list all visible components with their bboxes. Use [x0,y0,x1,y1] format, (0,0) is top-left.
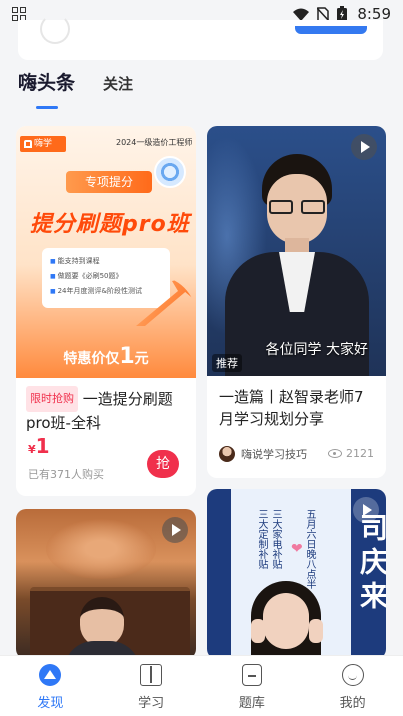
teacher-face [80,597,124,647]
poster-vertical-text: 五月六日晚八点半 [304,509,315,589]
tab-headlines[interactable]: 嗨头条 [18,68,75,95]
question-bank-icon [241,664,262,686]
poster-bullet: 做题要《必刷50题》 [50,269,162,284]
view-count: 2121 [328,447,374,460]
top-banner-card[interactable] [18,14,383,60]
banner-action-button[interactable] [295,26,367,34]
product-info: 限时抢购 一造提分刷题pro班-全科 ¥1 已有371人购买 抢 [16,378,196,496]
poster-subtag: 专项提分 [66,171,152,193]
nav-question-bank[interactable]: 题库 [202,656,303,716]
feed-tabs: 嗨头条 关注 [18,68,133,95]
wifi-icon [293,8,310,21]
poster-bullet-list: 能支持到课程 做题要《必刷50题》 24年月度测评&阶段性测试 [42,248,170,308]
poster-headline: 提分刷题pro班 [30,212,190,237]
bottom-nav: 发现 学习 题库 我的 [0,655,403,716]
poster-vertical-text: 三大家电补贴 [270,509,281,569]
host-hand [309,619,323,643]
host-face [263,593,309,649]
product-card[interactable]: 嗨学 2024一级造价工程师 专项提分 提分刷题pro班 能支持到课程 做题要《… [16,126,196,496]
video-thumbnail: 各位同学 大家好 推荐 [207,126,386,376]
price-currency: ¥ [28,443,36,456]
grab-button[interactable]: 抢 [147,450,179,478]
nav-discover[interactable]: 发现 [0,656,101,716]
active-tab-indicator [36,106,58,109]
tab-following[interactable]: 关注 [103,73,133,94]
video-card[interactable] [16,509,196,659]
app-grid-icon [12,7,26,21]
seal-icon [154,156,186,188]
play-icon[interactable] [353,497,379,523]
poster-promo: 特惠价仅1元 [16,344,196,369]
nav-me[interactable]: 我的 [302,656,403,716]
nav-label: 我的 [339,696,366,711]
promo-price: 1 [119,344,135,369]
buyer-count: 已有371人购买 [28,468,104,481]
product-poster: 嗨学 2024一级造价工程师 专项提分 提分刷题pro班 能支持到课程 做题要《… [16,126,196,378]
promo-suffix: 元 [134,351,149,367]
video-title: 一造篇丨赵智录老师7月学习规划分享 [219,388,364,428]
product-title-block: 限时抢购 一造提分刷题pro班-全科 [26,386,186,434]
poster-bullet: 24年月度测评&阶段性测试 [50,284,162,299]
blurred-backdrop [46,519,156,579]
recommend-badge: 推荐 [212,354,242,372]
heart-icon: ❤ [291,541,303,557]
poster-big-text: 司庆来 [356,513,386,615]
play-icon[interactable] [162,517,188,543]
poster-bullet: 能支持到课程 [50,254,162,269]
eye-icon [328,449,342,458]
video-card[interactable]: 各位同学 大家好 推荐 一造篇丨赵智录老师7月学习规划分享 嗨说学习技巧 212… [207,126,386,478]
author[interactable]: 嗨说学习技巧 [219,446,307,462]
nav-study[interactable]: 学习 [101,656,202,716]
video-info: 一造篇丨赵智录老师7月学习规划分享 嗨说学习技巧 2121 [207,376,386,478]
play-icon[interactable] [351,134,377,160]
product-price: ¥1 [28,434,50,458]
avatar [219,446,235,462]
poster-course-name: 2024一级造价工程师 [116,138,193,147]
limited-badge: 限时抢购 [26,386,78,412]
view-count-value: 2121 [346,447,374,460]
nav-label: 题库 [238,696,265,711]
nav-label: 发现 [37,696,64,711]
nav-label: 学习 [138,696,165,711]
poster-vertical-text: 三大定制补贴 [256,509,267,569]
book-icon [140,664,163,686]
glasses [269,200,325,214]
brand-mark-icon [24,140,32,148]
host-hand [251,619,265,643]
progress-ring-icon [40,14,70,44]
profile-icon [341,664,364,686]
promo-prefix: 特惠价仅 [63,351,120,367]
discover-icon [39,664,62,686]
video-card[interactable]: 五月六日晚八点半 三大家电补贴 三大定制补贴 ❤ 司庆来 [207,489,386,659]
price-value: 1 [35,434,50,458]
author-name: 嗨说学习技巧 [241,448,307,461]
